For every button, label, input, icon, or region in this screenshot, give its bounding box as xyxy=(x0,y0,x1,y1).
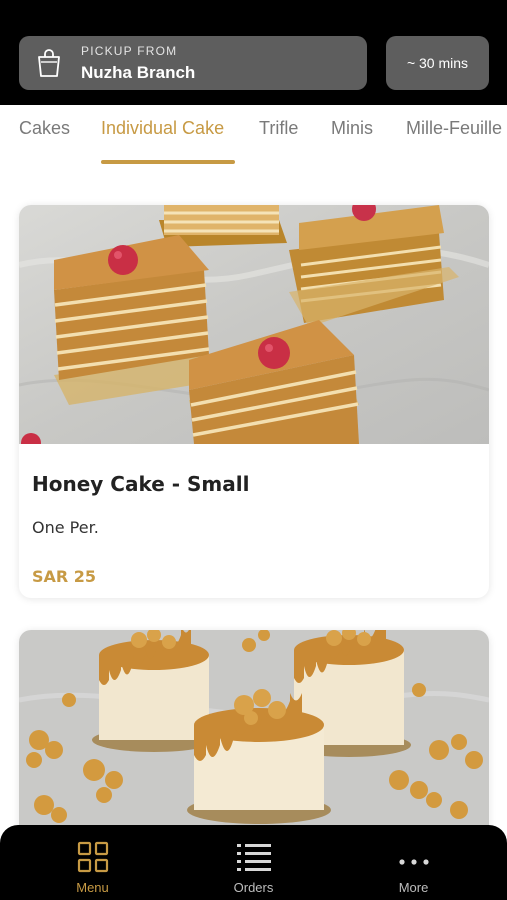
nav-menu[interactable]: Menu xyxy=(8,825,177,900)
nav-menu-label: Menu xyxy=(76,880,109,895)
product-image-honey-cake xyxy=(19,205,489,444)
shopping-bag-icon xyxy=(36,48,62,78)
product-card[interactable] xyxy=(19,630,489,825)
nav-orders-label: Orders xyxy=(233,880,274,895)
tab-cakes[interactable]: Cakes xyxy=(19,118,70,139)
product-name: Honey Cake - Small xyxy=(32,472,250,496)
pickup-label: PICKUP FROM xyxy=(81,43,178,58)
nav-more[interactable]: More xyxy=(329,825,498,900)
product-description: One Per. xyxy=(32,518,99,537)
tab-trifle[interactable]: Trifle xyxy=(259,118,298,139)
tab-mille-feuille[interactable]: Mille-Feuille xyxy=(406,118,502,139)
bottom-nav: Menu Orders More xyxy=(0,825,507,900)
nav-orders[interactable]: Orders xyxy=(169,825,338,900)
product-image-caramel-cake xyxy=(19,630,489,825)
branch-name: Nuzha Branch xyxy=(81,62,196,82)
top-bar: PICKUP FROM Nuzha Branch ~ 30 mins xyxy=(0,0,507,105)
nav-more-label: More xyxy=(398,880,429,895)
category-tabs: Cakes Individual Cake Trifle Minis Mille… xyxy=(0,105,507,165)
active-tab-indicator xyxy=(101,160,235,164)
list-icon xyxy=(236,843,271,876)
eta-button[interactable]: ~ 30 mins xyxy=(386,36,489,90)
product-card[interactable]: Honey Cake - Small One Per. SAR 25 xyxy=(19,205,489,598)
tab-minis[interactable]: Minis xyxy=(331,118,373,139)
product-price: SAR 25 xyxy=(32,567,97,586)
grid-icon xyxy=(77,841,109,878)
product-list[interactable]: Honey Cake - Small One Per. SAR 25 xyxy=(0,165,507,825)
more-dots-icon xyxy=(398,852,429,870)
tab-individual-cake[interactable]: Individual Cake xyxy=(101,118,224,139)
pickup-location-selector[interactable]: PICKUP FROM Nuzha Branch xyxy=(19,36,367,90)
